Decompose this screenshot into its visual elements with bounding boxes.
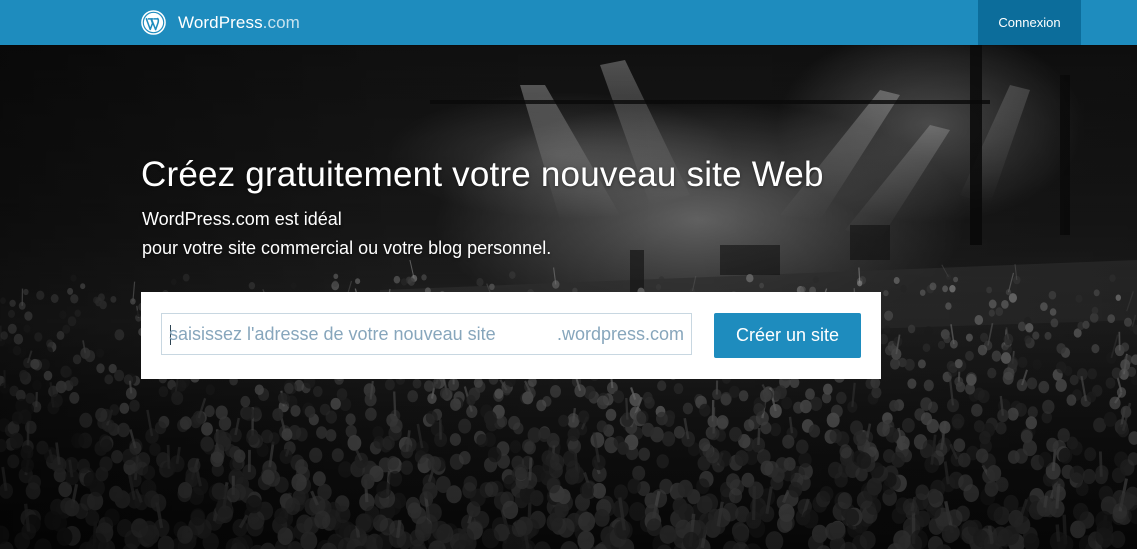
create-site-button[interactable]: Créer un site (714, 313, 861, 358)
site-address-input[interactable] (169, 314, 544, 354)
hero-subheadline: WordPress.com est idéal pour votre site … (142, 205, 551, 263)
site-address-field[interactable]: .wordpress.com (161, 313, 692, 355)
brand-home-link[interactable]: WordPress.com (141, 0, 300, 45)
hero-headline: Créez gratuitement votre nouveau site We… (141, 155, 824, 194)
masthead: WordPress.com Connexion (0, 0, 1137, 45)
hero-subline-2: pour votre site commercial ou votre blog… (142, 238, 552, 258)
hero-subline-1: WordPress.com est idéal (142, 209, 342, 229)
site-signup-form: .wordpress.com Créer un site (141, 292, 881, 379)
login-button[interactable]: Connexion (978, 0, 1081, 45)
wordpress-logo-icon (141, 10, 166, 35)
domain-suffix: .wordpress.com (556, 324, 684, 344)
brand-wordmark: WordPress.com (178, 12, 300, 32)
